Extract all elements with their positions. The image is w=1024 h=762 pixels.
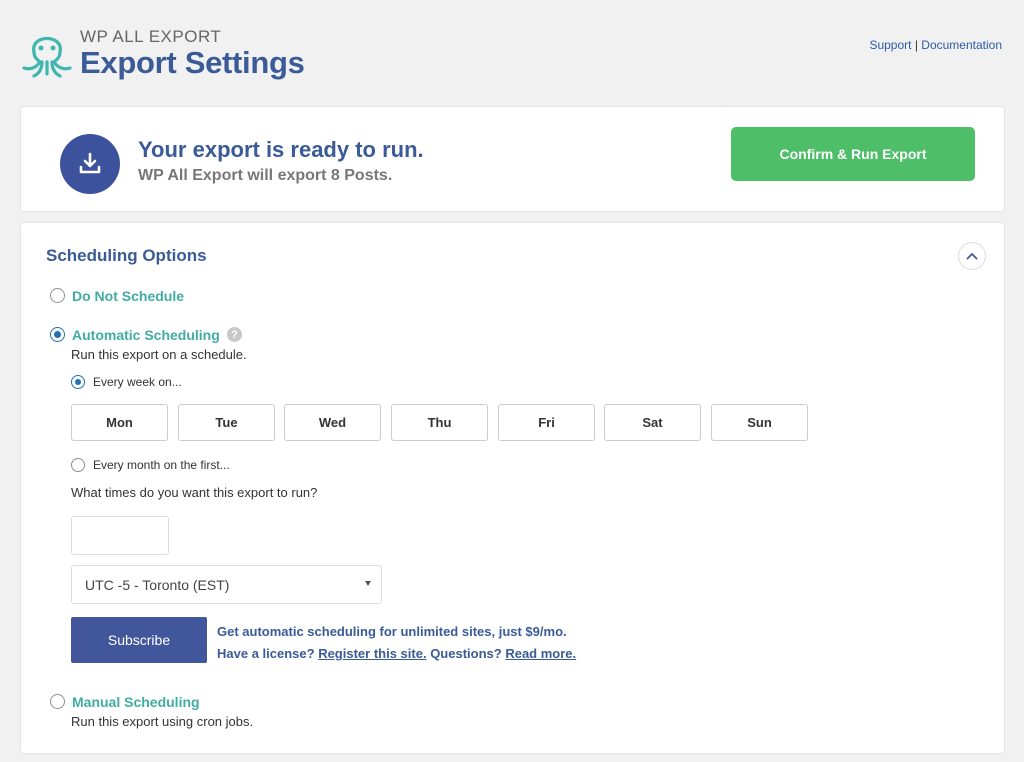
subscribe-button[interactable]: Subscribe	[71, 617, 207, 663]
header-links: Support | Documentation	[869, 38, 1002, 52]
promo-questions: Questions?	[430, 646, 502, 661]
day-button-thu[interactable]: Thu	[391, 404, 488, 441]
subscription-promo: Get automatic scheduling for unlimited s…	[217, 621, 576, 665]
caret-down-icon	[365, 581, 371, 586]
day-button-sun[interactable]: Sun	[711, 404, 808, 441]
timezone-value: UTC -5 - Toronto (EST)	[85, 576, 230, 593]
brand-name: WP ALL EXPORT	[80, 27, 222, 46]
read-more-link[interactable]: Read more.	[505, 646, 576, 661]
download-icon	[60, 134, 120, 194]
confirm-run-export-button[interactable]: Confirm & Run Export	[731, 127, 975, 181]
scheduling-options-panel: Scheduling Options Do Not Schedule Autom…	[20, 222, 1005, 754]
day-button-fri[interactable]: Fri	[498, 404, 595, 441]
page-header: WP ALL EXPORT Export Settings Support | …	[20, 22, 1004, 82]
day-button-sat[interactable]: Sat	[604, 404, 701, 441]
chevron-up-icon	[966, 253, 978, 260]
every-month-label[interactable]: Every month on the first...	[93, 458, 230, 472]
day-button-mon[interactable]: Mon	[71, 404, 168, 441]
automatic-description: Run this export on a schedule.	[71, 347, 247, 362]
day-button-tue[interactable]: Tue	[178, 404, 275, 441]
export-ready-panel: Your export is ready to run. WP All Expo…	[20, 106, 1005, 212]
page-title: Export Settings	[80, 45, 305, 80]
manual-description: Run this export using cron jobs.	[71, 714, 254, 729]
manual-scheduling-label[interactable]: Manual Scheduling	[72, 694, 200, 710]
register-site-link[interactable]: Register this site.	[318, 646, 426, 661]
day-button-wed[interactable]: Wed	[284, 404, 381, 441]
do-not-schedule-label[interactable]: Do Not Schedule	[72, 288, 184, 304]
manual-scheduling-radio[interactable]	[50, 694, 65, 709]
every-month-radio[interactable]	[71, 458, 85, 472]
every-week-radio[interactable]	[71, 375, 85, 389]
promo-line-1: Get automatic scheduling for unlimited s…	[217, 624, 567, 639]
ready-title: Your export is ready to run.	[138, 137, 424, 162]
time-input[interactable]	[71, 516, 169, 555]
promo-line-2: Have a license? Register this site. Ques…	[217, 643, 576, 665]
link-separator: |	[914, 38, 918, 52]
help-icon[interactable]: ?	[227, 327, 242, 342]
support-link[interactable]: Support	[869, 38, 911, 52]
every-week-label[interactable]: Every week on...	[93, 375, 182, 389]
timezone-select[interactable]: UTC -5 - Toronto (EST)	[71, 565, 382, 604]
promo-have-license: Have a license?	[217, 646, 315, 661]
do-not-schedule-radio[interactable]	[50, 288, 65, 303]
automatic-scheduling-label[interactable]: Automatic Scheduling	[72, 327, 220, 343]
collapse-button[interactable]	[958, 242, 986, 270]
ready-subtitle: WP All Export will export 8 Posts.	[138, 167, 393, 184]
scheduling-title: Scheduling Options	[46, 246, 207, 265]
times-question: What times do you want this export to ru…	[71, 485, 318, 500]
documentation-link[interactable]: Documentation	[921, 38, 1002, 52]
automatic-scheduling-radio[interactable]	[50, 327, 65, 342]
octopus-logo-icon	[22, 37, 72, 78]
